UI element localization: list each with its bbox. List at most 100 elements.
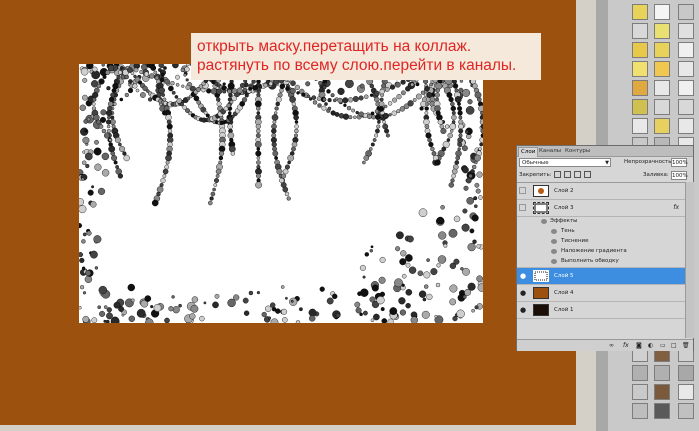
eye-icon[interactable] xyxy=(551,259,557,264)
fill-field[interactable]: 100% xyxy=(671,171,688,180)
tab-paths[interactable]: Контуры xyxy=(563,147,592,156)
tab-layers[interactable]: Слои xyxy=(518,147,539,157)
style-swatch-button[interactable] xyxy=(632,118,648,134)
instruction-line-1: открыть маску.перетащить на коллаж. xyxy=(197,38,472,55)
style-swatch-button[interactable] xyxy=(654,23,670,39)
layer-row-4[interactable]: ● Слой 4 xyxy=(517,285,685,302)
style-swatch-button[interactable] xyxy=(678,403,694,419)
style-swatch-button[interactable] xyxy=(654,42,670,58)
folder-icon[interactable]: ▭ xyxy=(660,342,666,349)
blend-mode-select[interactable]: Обычные ▼ xyxy=(519,158,611,167)
lock-brush-icon[interactable] xyxy=(564,171,572,178)
style-swatch-button[interactable] xyxy=(654,365,670,381)
layer-row-3[interactable]: Слой 3 fx xyxy=(517,200,685,217)
instruction-line-2: растянуть по всему слою.перейти в каналы… xyxy=(197,57,517,74)
style-swatch-button[interactable] xyxy=(632,99,648,115)
eye-icon[interactable] xyxy=(541,219,547,224)
layers-panel: Слои Каналы Контуры Обычные ▼ Непрозрачн… xyxy=(516,145,694,351)
layer-name: Слой 1 xyxy=(554,307,574,313)
lock-row: Закрепить: Заливка: 100% xyxy=(519,171,691,181)
layer-list-scrollbar[interactable] xyxy=(685,182,694,338)
layer-row-5[interactable]: ● Слой 5 xyxy=(517,268,685,285)
layer-name: Слой 4 xyxy=(554,290,574,296)
layer-thumbnail xyxy=(533,185,549,197)
eye-icon[interactable]: ● xyxy=(519,289,527,297)
style-swatch-button[interactable] xyxy=(678,80,694,96)
style-swatch-button[interactable] xyxy=(678,42,694,58)
style-swatch-button[interactable] xyxy=(678,365,694,381)
instruction-note: открыть маску.перетащить на коллаж. раст… xyxy=(191,33,541,80)
dropdown-arrow-icon: ▼ xyxy=(605,160,609,166)
lock-move-icon[interactable] xyxy=(573,171,581,178)
style-swatch-button[interactable] xyxy=(632,384,648,400)
effect-label: Наложение градиента xyxy=(561,248,627,254)
visibility-toggle-empty[interactable] xyxy=(519,204,526,211)
layer-thumbnail xyxy=(533,287,549,299)
layer-thumbnail xyxy=(533,304,549,316)
style-swatch-button[interactable] xyxy=(678,118,694,134)
horizontal-scrollbar[interactable] xyxy=(0,425,596,431)
style-swatch-button[interactable] xyxy=(632,4,648,20)
trash-icon[interactable]: 🗑 xyxy=(682,342,690,349)
eye-icon[interactable]: ● xyxy=(519,272,527,280)
style-swatch-button[interactable] xyxy=(678,23,694,39)
layer-thumbnail xyxy=(533,202,549,214)
fill-label: Заливка: xyxy=(643,172,669,178)
new-layer-icon[interactable]: □ xyxy=(671,342,677,349)
effect-row-gradient[interactable]: Наложение градиента xyxy=(517,247,685,257)
style-swatch-button[interactable] xyxy=(678,61,694,77)
panel-tab-bar: Слои Каналы Контуры xyxy=(517,146,693,157)
layer-list: Слой 2 Слой 3 fx Эффекты Тень Тиснение Н… xyxy=(517,182,685,339)
eye-icon[interactable]: ● xyxy=(519,306,527,314)
mask-icon[interactable]: ◙ xyxy=(636,342,642,349)
effect-row-stroke[interactable]: Выполнить обводку xyxy=(517,257,685,268)
beaded-frame-mask-image xyxy=(79,64,483,323)
layer-name: Слой 2 xyxy=(554,188,574,194)
blend-mode-value: Обычные xyxy=(522,160,549,166)
effect-label: Выполнить обводку xyxy=(561,258,619,264)
effect-label: Тиснение xyxy=(561,238,589,244)
style-swatch-button[interactable] xyxy=(654,384,670,400)
visibility-toggle-empty[interactable] xyxy=(519,187,526,194)
adjustment-icon[interactable]: ◐ xyxy=(648,342,653,349)
lock-transparency-icon[interactable] xyxy=(554,171,562,178)
style-swatch-button[interactable] xyxy=(632,403,648,419)
fx-icon[interactable]: fx xyxy=(673,204,679,211)
layer-name: Слой 3 xyxy=(554,205,574,211)
eye-icon[interactable] xyxy=(551,249,557,254)
add-style-icon[interactable]: fx xyxy=(623,342,629,349)
style-swatch-button[interactable] xyxy=(654,99,670,115)
link-icon[interactable]: ∞ xyxy=(609,342,614,349)
effect-row-emboss[interactable]: Тиснение xyxy=(517,237,685,247)
eye-icon[interactable] xyxy=(551,229,557,234)
style-swatch-button[interactable] xyxy=(654,403,670,419)
layer-thumbnail xyxy=(533,270,549,282)
opacity-field[interactable]: 100% xyxy=(671,158,688,167)
layer-row-1[interactable]: ● Слой 1 xyxy=(517,302,685,319)
effects-group-row[interactable]: Эффекты xyxy=(517,217,685,227)
effect-row-shadow[interactable]: Тень xyxy=(517,227,685,237)
style-swatch-button[interactable] xyxy=(654,4,670,20)
style-swatch-button[interactable] xyxy=(678,4,694,20)
style-swatch-button[interactable] xyxy=(632,61,648,77)
opacity-label: Непрозрачность: xyxy=(624,159,674,165)
layer-name: Слой 5 xyxy=(554,273,574,279)
eye-icon[interactable] xyxy=(551,239,557,244)
style-swatch-button[interactable] xyxy=(632,365,648,381)
layers-panel-footer: ∞ fx ◙ ◐ ▭ □ 🗑 xyxy=(517,339,693,351)
lock-all-icon[interactable] xyxy=(583,171,591,178)
style-swatch-button[interactable] xyxy=(654,118,670,134)
effect-label: Тень xyxy=(561,228,575,234)
blend-mode-row: Обычные ▼ Непрозрачность: 100% xyxy=(519,158,691,168)
style-swatch-button[interactable] xyxy=(678,99,694,115)
style-swatch-button[interactable] xyxy=(632,23,648,39)
style-swatch-button[interactable] xyxy=(678,384,694,400)
style-swatch-button[interactable] xyxy=(632,80,648,96)
lock-label: Закрепить: xyxy=(519,172,552,178)
tab-channels[interactable]: Каналы xyxy=(537,147,563,156)
style-swatch-button[interactable] xyxy=(654,61,670,77)
style-swatch-button[interactable] xyxy=(632,42,648,58)
layer-row-2[interactable]: Слой 2 xyxy=(517,183,685,200)
style-swatch-button[interactable] xyxy=(654,80,670,96)
effects-label: Эффекты xyxy=(550,218,578,224)
